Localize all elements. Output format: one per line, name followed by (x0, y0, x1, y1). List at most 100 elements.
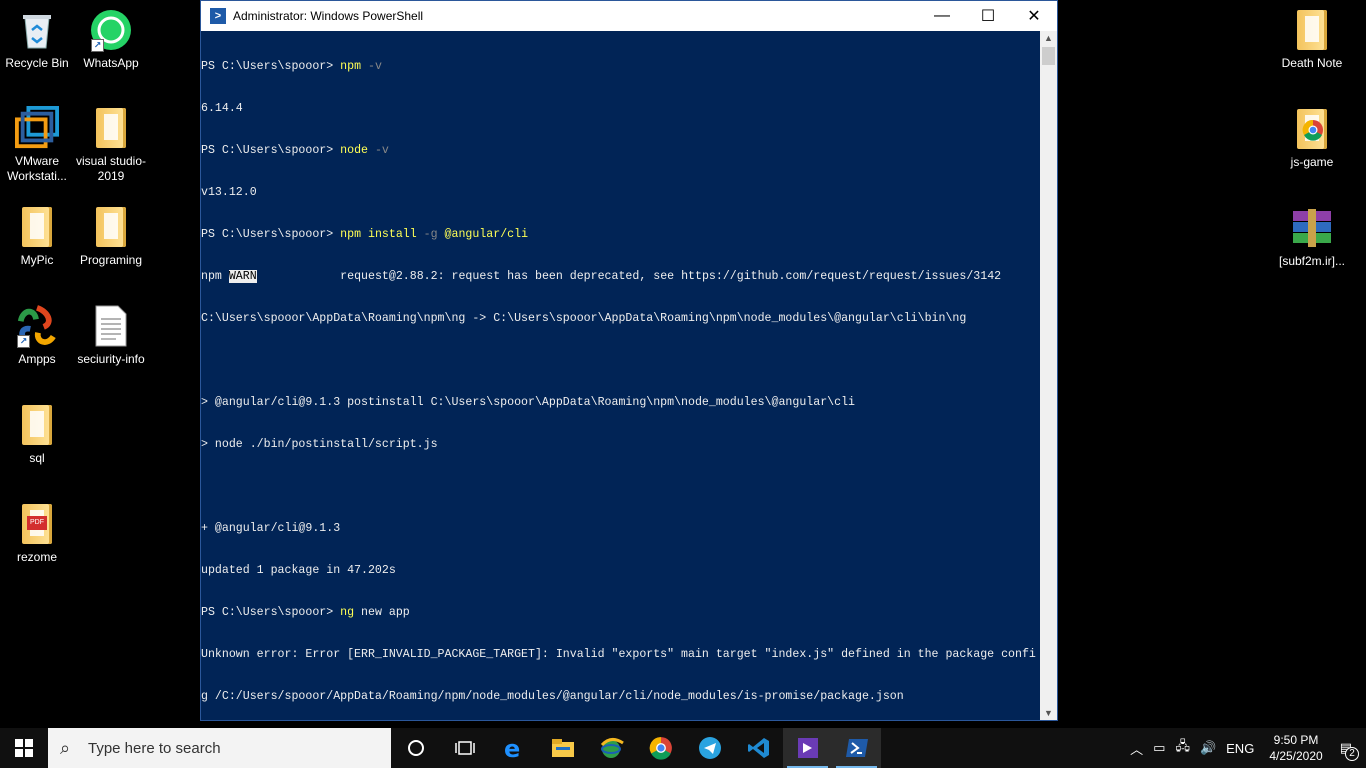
warn-message: request@2.88.2: request has been depreca… (256, 270, 1002, 283)
desktop-icon-subf2m-archive[interactable]: [subf2m.ir]... (1275, 206, 1349, 269)
desktop-icon-label: WhatsApp (83, 56, 139, 70)
prompt: PS C:\Users\spooor> (201, 144, 341, 157)
close-button[interactable]: ✕ (1011, 1, 1057, 31)
warn-badge: WARN (228, 270, 257, 283)
console-line: > @angular/cli@9.1.3 postinstall C:\User… (201, 396, 855, 409)
console-output[interactable]: PS C:\Users\spooor> npm -v 6.14.4 PS C:\… (201, 31, 1040, 720)
search-placeholder: Type here to search (88, 739, 221, 757)
vertical-scrollbar[interactable]: ▲ ▼ (1040, 31, 1057, 720)
console-line: PS C:\Users\spooor> npm install -g @angu… (201, 228, 1040, 242)
chevron-up-icon[interactable]: ︿ (1130, 739, 1143, 758)
network-icon[interactable]: 🖧 (1175, 737, 1190, 759)
window-titlebar[interactable]: > Administrator: Windows PowerShell — ☐ … (201, 1, 1057, 31)
volume-icon[interactable]: 🔊 (1200, 740, 1216, 756)
network-globe-icon[interactable] (587, 728, 636, 768)
desktop-icon-label: MyPic (20, 253, 54, 267)
desktop-icon-vmware[interactable]: VMware Workstati... (0, 106, 74, 184)
desktop-icon-js-game[interactable]: js-game (1275, 107, 1349, 170)
cortana-icon[interactable] (391, 728, 440, 768)
battery-icon[interactable]: ▭ (1153, 740, 1165, 756)
desktop-icon-visual-studio-2019[interactable]: visual studio-2019 (74, 106, 148, 184)
system-tray: ︿ ▭ 🖧 🔊 ENG 9:50 PM 4/25/2020 ▤ 2 (1125, 728, 1366, 768)
desktop-icon-label: [subf2m.ir]... (1278, 254, 1346, 268)
scroll-up-arrow-icon[interactable]: ▲ (1040, 31, 1057, 45)
pdf-folder-icon: PDF (15, 502, 59, 546)
scrollbar-thumb[interactable] (1042, 47, 1055, 65)
scroll-down-arrow-icon[interactable]: ▼ (1040, 706, 1057, 720)
command: node (340, 144, 368, 157)
vmware-icon (15, 106, 59, 150)
taskbar: ⌕ Type here to search e ︿ ▭ 🖧 🔊 ENG 9:50… (0, 728, 1366, 768)
desktop-icon-label: js-game (1290, 155, 1334, 169)
console-line: v13.12.0 (201, 186, 257, 199)
npm-prefix: npm (201, 270, 229, 283)
task-view-icon[interactable] (440, 728, 489, 768)
console-line: > node ./bin/postinstall/script.js (201, 438, 438, 451)
search-icon: ⌕ (60, 737, 71, 758)
notification-count: 2 (1345, 747, 1359, 761)
chrome-icon[interactable] (636, 728, 685, 768)
console-line: PS C:\Users\spooor> node -v (201, 144, 1040, 158)
folder-icon (89, 106, 133, 150)
command-flag: -v (361, 60, 382, 73)
window-title: Administrator: Windows PowerShell (233, 9, 424, 23)
command-flag: -v (368, 144, 389, 157)
telegram-icon[interactable] (685, 728, 734, 768)
edge-icon[interactable]: e (489, 728, 538, 768)
ampps-icon: ↗ (15, 304, 59, 348)
command: ng (340, 606, 355, 619)
desktop-icon-label: Death Note (1281, 56, 1343, 70)
desktop-icon-label: rezome (16, 550, 57, 564)
prompt: PS C:\Users\spooor> (201, 228, 341, 241)
powershell-icon[interactable] (832, 728, 881, 768)
prompt: PS C:\Users\spooor> (201, 60, 341, 73)
desktop-icon-mypic[interactable]: MyPic (0, 205, 74, 268)
powershell-window[interactable]: > Administrator: Windows PowerShell — ☐ … (200, 0, 1058, 721)
taskbar-search-box[interactable]: ⌕ Type here to search (48, 728, 391, 768)
desktop-icon-sql[interactable]: sql (0, 403, 74, 466)
desktop-icon-recycle-bin[interactable]: Recycle Bin (0, 8, 74, 71)
svg-text:e: e (504, 736, 520, 760)
maximize-button[interactable]: ☐ (965, 1, 1011, 31)
console-line: C:\Users\spooor\AppData\Roaming\npm\ng -… (201, 312, 967, 325)
desktop-icon-label: VMware Workstati... (7, 154, 67, 183)
desktop-icon-seciurity-info[interactable]: seciurity-info (74, 304, 148, 367)
language-indicator[interactable]: ENG (1226, 741, 1254, 756)
minimize-button[interactable]: — (919, 1, 965, 31)
desktop-icon-death-note[interactable]: Death Note (1275, 8, 1349, 71)
folder-icon (15, 403, 59, 447)
whatsapp-icon: ↗ (89, 8, 133, 52)
console-line: 6.14.4 (201, 102, 243, 115)
desktop-icon-programing[interactable]: Programing (74, 205, 148, 268)
action-center-icon[interactable]: ▤ 2 (1340, 740, 1359, 761)
folder-icon (15, 205, 59, 249)
prompt: PS C:\Users\spooor> (201, 606, 341, 619)
visual-studio-icon[interactable] (783, 728, 832, 768)
desktop-icon-ampps[interactable]: ↗ Ampps (0, 304, 74, 367)
desktop-icon-rezome[interactable]: PDF rezome (0, 502, 74, 565)
vscode-icon[interactable] (734, 728, 783, 768)
command: npm (340, 228, 362, 241)
text-file-icon (89, 304, 133, 348)
command: npm (340, 60, 362, 73)
folder-icon (1290, 8, 1334, 52)
command-args: install (361, 228, 424, 241)
command-args: @angular/cli (437, 228, 529, 241)
start-button[interactable] (0, 728, 48, 768)
chrome-folder-icon (1290, 107, 1334, 151)
console-line: npm WARN request@2.88.2: request has bee… (201, 270, 1040, 284)
desktop-icon-label: Recycle Bin (5, 56, 69, 70)
file-explorer-icon[interactable] (538, 728, 587, 768)
winrar-archive-icon (1290, 206, 1334, 250)
desktop-icon-label: Programing (79, 253, 143, 267)
clock-time: 9:50 PM (1273, 733, 1319, 747)
clock[interactable]: 9:50 PM 4/25/2020 (1269, 732, 1322, 764)
powershell-icon: > (210, 8, 226, 24)
console-line: PS C:\Users\spooor> npm -v (201, 60, 1040, 74)
console-line: Unknown error: Error [ERR_INVALID_PACKAG… (201, 648, 1036, 661)
desktop-icon-whatsapp[interactable]: ↗ WhatsApp (74, 8, 148, 71)
desktop-icon-label: visual studio-2019 (75, 154, 147, 183)
windows-logo-icon (15, 739, 33, 757)
